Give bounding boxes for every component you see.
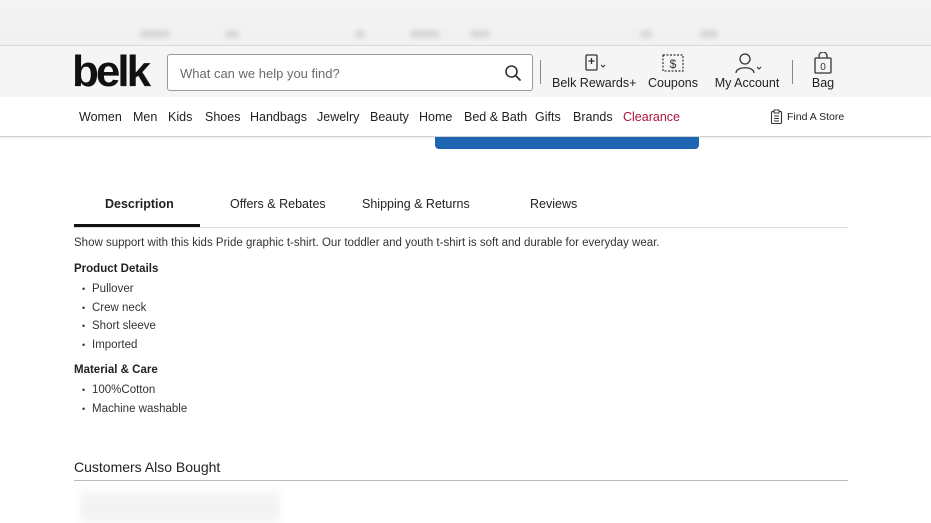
nav-item-men[interactable]: Men bbox=[133, 110, 157, 124]
bag-button[interactable]: 0 Bag bbox=[806, 52, 840, 90]
find-store-label: Find A Store bbox=[787, 110, 845, 123]
account-label: My Account bbox=[714, 76, 780, 90]
blurred-product-thumbnail bbox=[80, 492, 280, 523]
nav-item-kids[interactable]: Kids bbox=[168, 110, 192, 124]
list-item: Short sleeve bbox=[82, 317, 156, 336]
tab-offers-rebates[interactable]: Offers & Rebates bbox=[230, 197, 326, 211]
tab-description[interactable]: Description bbox=[105, 197, 174, 211]
nav-item-home[interactable]: Home bbox=[419, 110, 452, 124]
nav-item-women[interactable]: Women bbox=[79, 110, 122, 124]
nav-item-gifts[interactable]: Gifts bbox=[535, 110, 561, 124]
list-item: Machine washable bbox=[82, 400, 187, 419]
coupon-icon: $ bbox=[662, 54, 684, 72]
belk-logo[interactable]: belk bbox=[72, 50, 151, 94]
section-divider bbox=[74, 480, 848, 481]
search-icon[interactable] bbox=[504, 64, 522, 82]
active-tab-indicator bbox=[74, 224, 200, 227]
product-info-tabs: Description Offers & Rebates Shipping & … bbox=[74, 196, 848, 228]
main-nav: Women Men Kids Shoes Handbags Jewelry Be… bbox=[0, 97, 931, 137]
list-item: Imported bbox=[82, 336, 156, 355]
header-divider bbox=[792, 60, 793, 84]
nav-item-bed-bath[interactable]: Bed & Bath bbox=[464, 110, 527, 124]
product-details-heading: Product Details bbox=[74, 263, 159, 275]
nav-item-brands[interactable]: Brands bbox=[573, 110, 613, 124]
nav-item-clearance[interactable]: Clearance bbox=[623, 110, 680, 124]
svg-text:$: $ bbox=[670, 57, 677, 71]
blurred-top-bar bbox=[0, 0, 931, 46]
tab-shipping-returns[interactable]: Shipping & Returns bbox=[362, 197, 470, 211]
nav-item-beauty[interactable]: Beauty bbox=[370, 110, 409, 124]
find-a-store-link[interactable]: Find A Store bbox=[770, 109, 844, 124]
bag-count: 0 bbox=[820, 62, 826, 73]
coupons-button[interactable]: $ Coupons bbox=[647, 52, 699, 90]
store-clipboard-icon bbox=[770, 109, 783, 124]
bag-icon: 0 bbox=[814, 52, 832, 74]
my-account-button[interactable]: My Account bbox=[714, 52, 780, 90]
product-description: Show support with this kids Pride graphi… bbox=[74, 237, 660, 249]
search-input[interactable] bbox=[180, 64, 490, 82]
nav-item-shoes[interactable]: Shoes bbox=[205, 110, 240, 124]
material-care-list: 100%Cotton Machine washable bbox=[82, 381, 187, 418]
coupons-label: Coupons bbox=[647, 76, 699, 90]
list-item: 100%Cotton bbox=[82, 381, 187, 400]
nav-item-handbags[interactable]: Handbags bbox=[250, 110, 307, 124]
bag-label: Bag bbox=[811, 76, 835, 90]
rewards-label: Belk Rewards+ bbox=[552, 76, 637, 90]
list-item: Crew neck bbox=[82, 299, 156, 318]
product-details-list: Pullover Crew neck Short sleeve Imported bbox=[82, 280, 156, 354]
tab-reviews[interactable]: Reviews bbox=[530, 197, 577, 211]
search-box bbox=[167, 54, 533, 91]
rewards-card-icon bbox=[585, 54, 606, 71]
belk-rewards-button[interactable]: Belk Rewards+ bbox=[552, 52, 637, 90]
account-icon bbox=[735, 53, 762, 74]
customers-also-bought-heading: Customers Also Bought bbox=[74, 459, 221, 475]
header-divider bbox=[540, 60, 541, 84]
add-to-bag-button-partial[interactable] bbox=[435, 137, 699, 149]
nav-item-jewelry[interactable]: Jewelry bbox=[317, 110, 359, 124]
list-item: Pullover bbox=[82, 280, 156, 299]
material-care-heading: Material & Care bbox=[74, 364, 158, 376]
site-header: belk Belk Rewards+ $ Coupons My Accoun bbox=[0, 46, 931, 97]
